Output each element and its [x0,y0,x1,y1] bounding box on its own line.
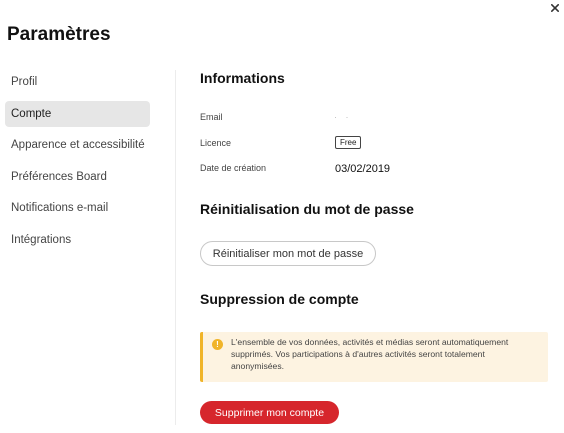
sidebar-item-apparence[interactable]: Apparence et accessibilité [5,132,150,158]
sidebar-item-notifications[interactable]: Notifications e-mail [5,195,150,221]
account-deletion-title: Suppression de compte [200,291,359,307]
sidebar-item-preferences-board[interactable]: Préférences Board [5,164,150,190]
delete-account-button[interactable]: Supprimer mon compte [200,401,339,424]
close-button[interactable] [548,1,562,15]
licence-badge: Free [335,136,362,149]
warning-icon: ! [212,339,223,350]
sidebar: Profil Compte Apparence et accessibilité… [5,69,150,259]
close-icon [551,4,559,12]
reset-password-button[interactable]: Réinitialiser mon mot de passe [200,241,376,266]
password-reset-title: Réinitialisation du mot de passe [200,201,414,217]
warning-text: L'ensemble de vos données, activités et … [231,337,509,371]
informations-title: Informations [200,70,285,86]
creation-date-label: Date de création [200,163,267,173]
page-title: Paramètres [7,24,111,45]
sidebar-item-integrations[interactable]: Intégrations [5,227,150,253]
sidebar-divider [175,70,176,425]
creation-date-value: 03/02/2019 [335,163,391,175]
sidebar-item-profil[interactable]: Profil [5,69,150,95]
licence-label: Licence [200,138,232,148]
email-label: Email [200,112,223,122]
deletion-warning: ! L'ensemble de vos données, activités e… [200,332,548,382]
email-value: · · [334,112,352,122]
sidebar-item-compte[interactable]: Compte [5,100,150,127]
